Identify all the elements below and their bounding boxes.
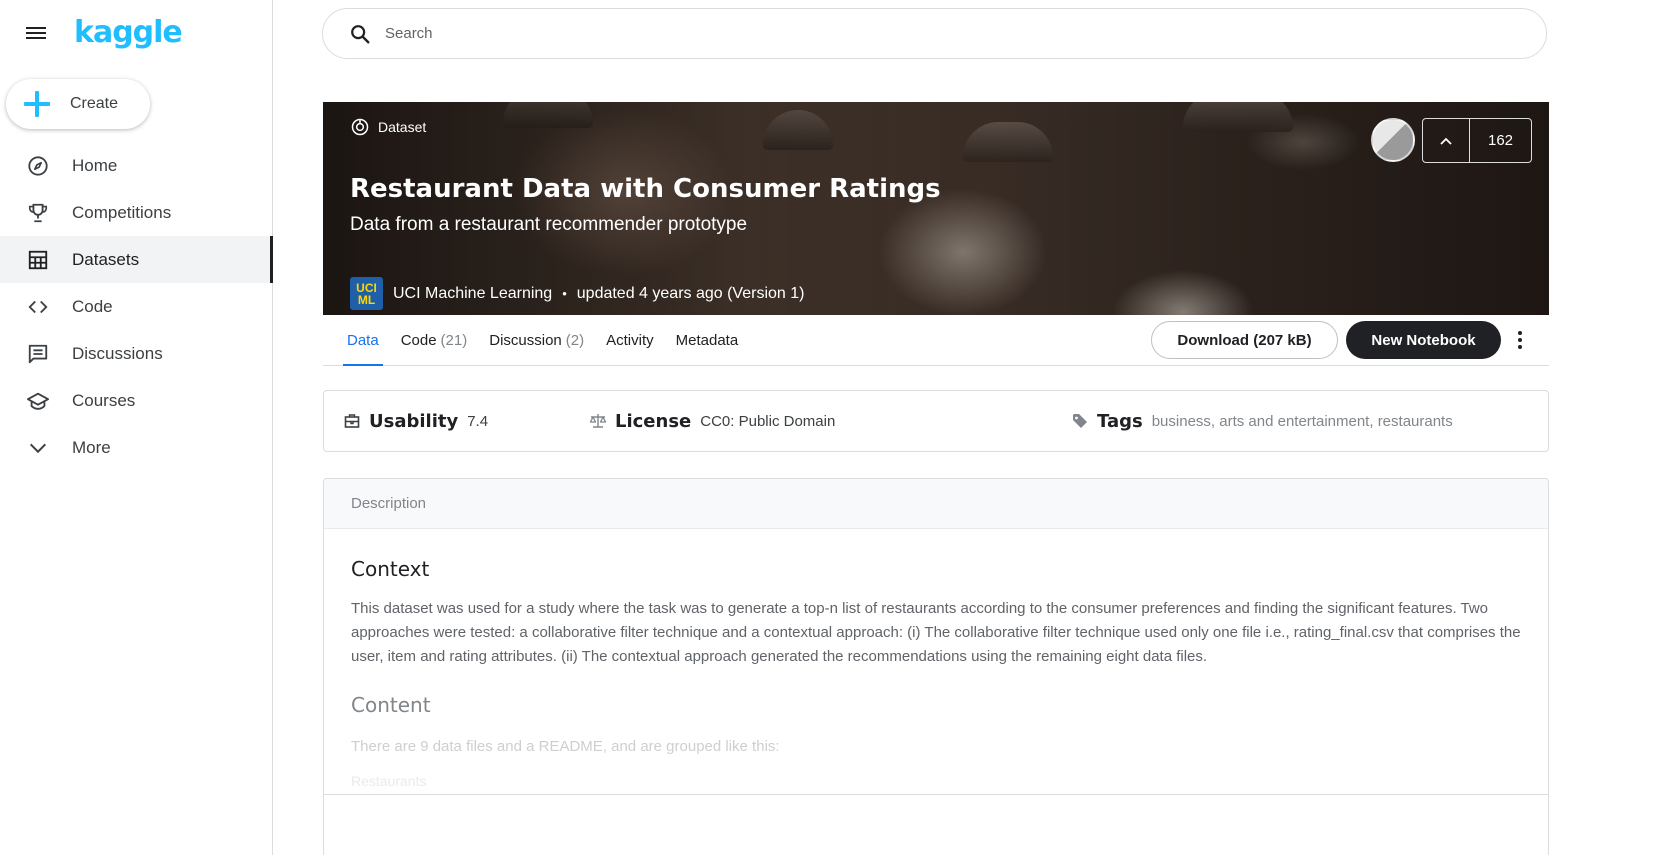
plus-icon (24, 91, 50, 117)
tab-count: (21) (440, 332, 468, 349)
tag-link[interactable]: business (1152, 413, 1211, 430)
owner-avatar[interactable]: UCI ML (350, 277, 383, 310)
dataset-title: Restaurant Data with Consumer Ratings (350, 174, 941, 204)
dataset-type-tag: Dataset (350, 117, 426, 137)
tab-metadata[interactable]: Metadata (676, 315, 739, 366)
tab-label: Metadata (675, 332, 739, 349)
tag-link[interactable]: restaurants (1378, 413, 1453, 430)
tags-label: Tags (1097, 410, 1143, 432)
description-header: Description (324, 479, 1548, 529)
avatar-text: ML (357, 292, 376, 307)
comment-icon (26, 342, 50, 366)
tag-list: business, arts and entertainment, restau… (1152, 413, 1453, 430)
scale-icon (589, 412, 607, 430)
sidebar-item-code[interactable]: Code (0, 283, 273, 330)
content-paragraph: There are 9 data files and a README, and… (351, 738, 780, 755)
dataset-type-label: Dataset (378, 119, 427, 135)
new-notebook-button[interactable]: New Notebook (1346, 321, 1501, 359)
upvote-button[interactable] (1423, 119, 1470, 162)
download-button[interactable]: Download (207 kB) (1151, 321, 1338, 359)
sidebar-item-label: Code (72, 296, 113, 316)
tab-activity[interactable]: Activity (606, 315, 654, 366)
dataset-header-banner: Dataset Restaurant Data with Consumer Ra… (323, 102, 1549, 315)
dataset-owner-row: UCI ML UCI Machine Learning • updated 4 … (350, 277, 804, 310)
usability-item: Usability 7.4 (343, 391, 488, 451)
create-button[interactable]: Create (6, 79, 150, 129)
more-options-icon[interactable] (1513, 329, 1527, 351)
dataset-subtitle: Data from a restaurant recommender proto… (350, 214, 748, 235)
usability-value[interactable]: 7.4 (467, 413, 488, 430)
upvote-widget: 162 (1422, 118, 1532, 163)
content-list-item: Restaurants (351, 773, 427, 789)
voter-avatar[interactable] (1371, 118, 1415, 162)
sidebar-item-more[interactable]: More (0, 424, 273, 471)
owner-link[interactable]: UCI Machine Learning (393, 285, 552, 303)
tab-code[interactable]: Code (21) (401, 315, 468, 366)
separator-dot: • (562, 286, 567, 301)
sidebar-item-label: Courses (72, 390, 136, 410)
chevron-up-icon (1440, 137, 1452, 145)
sidebar-item-label: Discussions (72, 343, 163, 363)
sidebar-item-courses[interactable]: Courses (0, 377, 273, 424)
sidebar-nav: Home Competitions Datasets Code Discussi… (0, 142, 273, 471)
avatar-text: UCI (356, 280, 377, 295)
tag-separator: , (1210, 412, 1216, 430)
sidebar-item-competitions[interactable]: Competitions (0, 189, 273, 236)
create-button-label: Create (70, 95, 119, 112)
chevron-down-icon (26, 436, 50, 460)
tab-label: Activity (606, 332, 654, 349)
upvote-count: 162 (1487, 132, 1514, 149)
dataset-tabs-bar: Data Code (21) Discussion (2) Activity M… (323, 315, 1549, 366)
sidebar-item-label: Competitions (72, 202, 172, 222)
license-value[interactable]: CC0: Public Domain (700, 413, 835, 430)
context-heading: Context (351, 557, 430, 581)
content-heading: Content (351, 693, 431, 717)
license-item: License CC0: Public Domain (589, 391, 835, 451)
tab-label: Discussion (489, 332, 562, 349)
compass-icon (26, 154, 50, 178)
table-icon (26, 248, 50, 272)
description-card: Description Context This dataset was use… (323, 478, 1549, 855)
menu-icon[interactable] (26, 24, 48, 44)
school-icon (26, 389, 50, 413)
usability-label: Usability (369, 410, 459, 432)
search-bar[interactable] (322, 8, 1547, 59)
tab-label: Data (347, 332, 379, 349)
tag-separator: , (1369, 412, 1374, 430)
trophy-icon (26, 201, 50, 225)
sidebar-item-home[interactable]: Home (0, 142, 273, 189)
sidebar: kaggle Create Home Competitions Datasets (0, 0, 273, 855)
kaggle-logo[interactable]: kaggle (74, 15, 183, 50)
context-paragraph: This dataset was used for a study where … (351, 600, 1521, 665)
tab-discussion[interactable]: Discussion (2) (489, 315, 584, 366)
tab-label: Code (400, 332, 437, 349)
sidebar-item-label: More (72, 437, 111, 457)
tab-data[interactable]: Data (343, 315, 383, 366)
sidebar-item-discussions[interactable]: Discussions (0, 330, 273, 377)
tab-count: (2) (565, 332, 585, 349)
dataset-meta-box: Usability 7.4 License CC0: Public Domain… (323, 390, 1549, 452)
license-label: License (615, 410, 692, 432)
tab-list: Data Code (21) Discussion (2) Activity M… (343, 315, 760, 366)
tags-item: Tags business, arts and entertainment, r… (1071, 391, 1453, 451)
search-icon (351, 24, 370, 43)
updated-text: updated 4 years ago (Version 1) (576, 284, 805, 302)
description-body: Context This dataset was used for a stud… (324, 529, 1548, 855)
divider (324, 794, 1548, 795)
code-icon (26, 295, 50, 319)
sidebar-item-datasets[interactable]: Datasets (0, 236, 273, 283)
tag-link[interactable]: arts and entertainment (1219, 413, 1369, 430)
tag-icon (1071, 412, 1089, 430)
sidebar-item-label: Datasets (72, 249, 140, 269)
usability-icon (343, 412, 361, 430)
search-input[interactable] (385, 25, 1485, 42)
dataset-icon (351, 118, 369, 136)
sidebar-item-label: Home (72, 155, 118, 175)
